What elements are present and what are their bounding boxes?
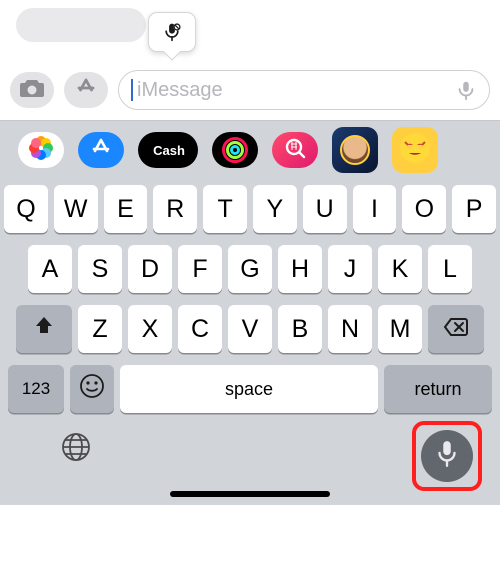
appstore-icon: [90, 137, 112, 164]
home-indicator[interactable]: [170, 491, 330, 497]
key-a[interactable]: A: [28, 245, 72, 293]
keyboard-row-4: 123 space return: [4, 365, 496, 413]
photos-app-icon[interactable]: [18, 132, 64, 168]
memoji-app-icon[interactable]: [332, 127, 378, 173]
cash-label: Cash: [153, 143, 185, 158]
return-key[interactable]: return: [384, 365, 492, 413]
camera-button[interactable]: [10, 72, 54, 108]
shift-key[interactable]: [16, 305, 72, 353]
photos-icon: [27, 134, 55, 167]
backspace-key[interactable]: [428, 305, 484, 353]
emoji-face-icon: [398, 131, 432, 170]
dictation-suggestion-popover[interactable]: [148, 12, 196, 52]
image-search-app-icon[interactable]: [272, 132, 318, 168]
key-c[interactable]: C: [178, 305, 222, 353]
backspace-icon: [443, 315, 469, 344]
key-p[interactable]: P: [452, 185, 496, 233]
message-input[interactable]: iMessage: [118, 70, 490, 110]
space-key[interactable]: space: [120, 365, 378, 413]
key-w[interactable]: W: [54, 185, 98, 233]
key-t[interactable]: T: [203, 185, 247, 233]
key-f[interactable]: F: [178, 245, 222, 293]
keyboard-area: Cash: [0, 121, 500, 505]
key-n[interactable]: N: [328, 305, 372, 353]
numbers-key[interactable]: 123: [8, 365, 64, 413]
globe-icon: [60, 431, 92, 468]
chat-area: iMessage: [0, 0, 500, 120]
key-q[interactable]: Q: [4, 185, 48, 233]
globe-button[interactable]: [56, 429, 96, 469]
memoji-face-icon: [340, 135, 370, 165]
text-caret: [131, 79, 133, 101]
key-e[interactable]: E: [104, 185, 148, 233]
apple-cash-app-icon[interactable]: Cash: [138, 132, 198, 168]
received-message-bubble[interactable]: [16, 8, 146, 42]
apps-icon: [73, 77, 99, 104]
emoji-icon: [79, 373, 105, 406]
keyboard-row-3: Z X C V B N M: [4, 305, 496, 353]
memoji-stickers-app-icon[interactable]: [392, 127, 438, 173]
hashtag-search-icon: [284, 137, 306, 164]
key-j[interactable]: J: [328, 245, 372, 293]
key-d[interactable]: D: [128, 245, 172, 293]
keyboard-bottom-bar: [0, 419, 500, 505]
mic-off-icon: [162, 21, 182, 43]
microphone-icon: [434, 439, 460, 474]
key-l[interactable]: L: [428, 245, 472, 293]
key-b[interactable]: B: [278, 305, 322, 353]
camera-icon: [19, 77, 45, 104]
compose-row: iMessage: [10, 68, 490, 112]
imessage-app-strip[interactable]: Cash: [0, 121, 500, 179]
keyboard-row-2: A S D F G H J K L: [4, 245, 496, 293]
key-s[interactable]: S: [78, 245, 122, 293]
keyboard-row-1: Q W E R T Y U I O P: [4, 185, 496, 233]
key-g[interactable]: G: [228, 245, 272, 293]
emoji-key[interactable]: [70, 365, 114, 413]
message-placeholder: iMessage: [137, 79, 455, 102]
shift-icon: [33, 315, 55, 344]
fitness-app-icon[interactable]: [212, 132, 258, 168]
key-x[interactable]: X: [128, 305, 172, 353]
apps-button[interactable]: [64, 72, 108, 108]
dictation-button[interactable]: [421, 430, 473, 482]
input-mic-icon[interactable]: [455, 79, 477, 101]
key-u[interactable]: U: [303, 185, 347, 233]
qwerty-keyboard: Q W E R T Y U I O P A S D F G H J K L: [0, 179, 500, 413]
dictation-button-highlight: [412, 421, 482, 491]
key-h[interactable]: H: [278, 245, 322, 293]
key-k[interactable]: K: [378, 245, 422, 293]
key-z[interactable]: Z: [78, 305, 122, 353]
key-y[interactable]: Y: [253, 185, 297, 233]
key-m[interactable]: M: [378, 305, 422, 353]
appstore-app-icon[interactable]: [78, 132, 124, 168]
key-r[interactable]: R: [153, 185, 197, 233]
key-o[interactable]: O: [402, 185, 446, 233]
key-i[interactable]: I: [353, 185, 397, 233]
key-v[interactable]: V: [228, 305, 272, 353]
